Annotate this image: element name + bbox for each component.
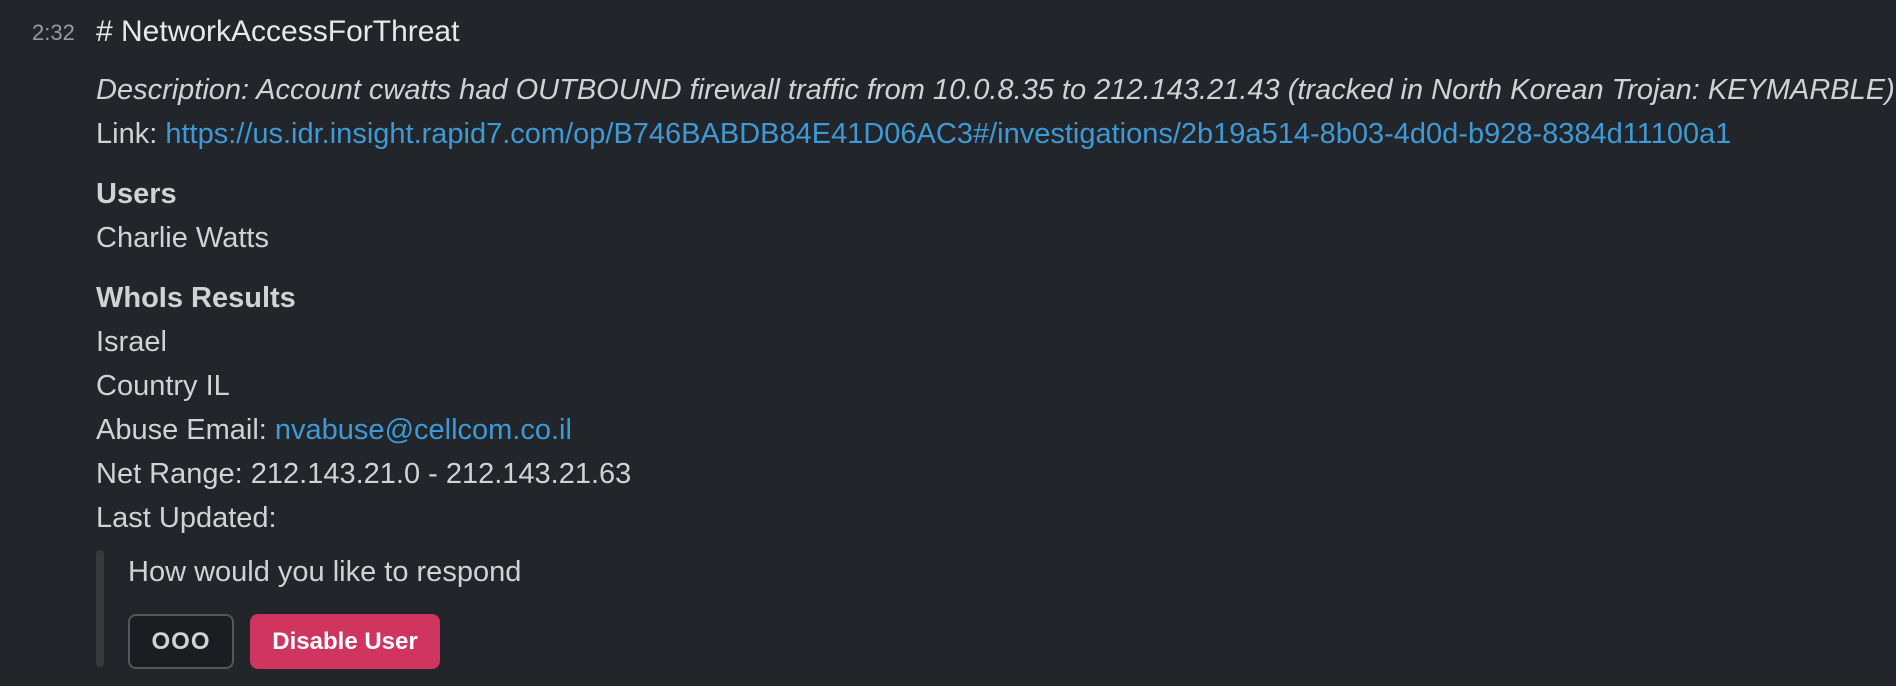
link-label: Link:	[96, 118, 166, 150]
response-prompt: How would you like to respond	[128, 556, 522, 588]
description-text: Description: Account cwatts had OUTBOUND…	[96, 74, 1895, 106]
whois-heading: WhoIs Results	[96, 282, 296, 314]
message-content: # NetworkAccessForThreat Description: Ac…	[96, 10, 1895, 669]
net-range: Net Range: 212.143.21.0 - 212.143.21.63	[96, 458, 632, 490]
last-updated: Last Updated:	[96, 502, 277, 534]
channel-title: # NetworkAccessForThreat	[96, 15, 460, 48]
users-heading: Users	[96, 178, 177, 210]
abuse-email-line: Abuse Email: nvabuse@cellcom.co.il	[96, 408, 1876, 452]
abuse-email-label: Abuse Email:	[96, 414, 275, 446]
action-buttons: OOO Disable User	[128, 614, 1876, 669]
user-name: Charlie Watts	[96, 222, 269, 254]
whois-country-code: Country IL	[96, 370, 230, 402]
investigation-link[interactable]: https://us.idr.insight.rapid7.com/op/B74…	[165, 118, 1731, 150]
whois-country-name: Israel	[96, 326, 167, 358]
ooo-button[interactable]: OOO	[128, 614, 234, 669]
link-line: Link: https://us.idr.insight.rapid7.com/…	[96, 112, 1876, 156]
disable-user-button[interactable]: Disable User	[250, 614, 440, 669]
message-container: 2:32 # NetworkAccessForThreat Descriptio…	[0, 0, 1896, 686]
abuse-email-link[interactable]: nvabuse@cellcom.co.il	[275, 414, 572, 446]
response-attachment: How would you like to respond OOO Disabl…	[96, 550, 1876, 669]
message-timestamp[interactable]: 2:32	[32, 20, 75, 46]
